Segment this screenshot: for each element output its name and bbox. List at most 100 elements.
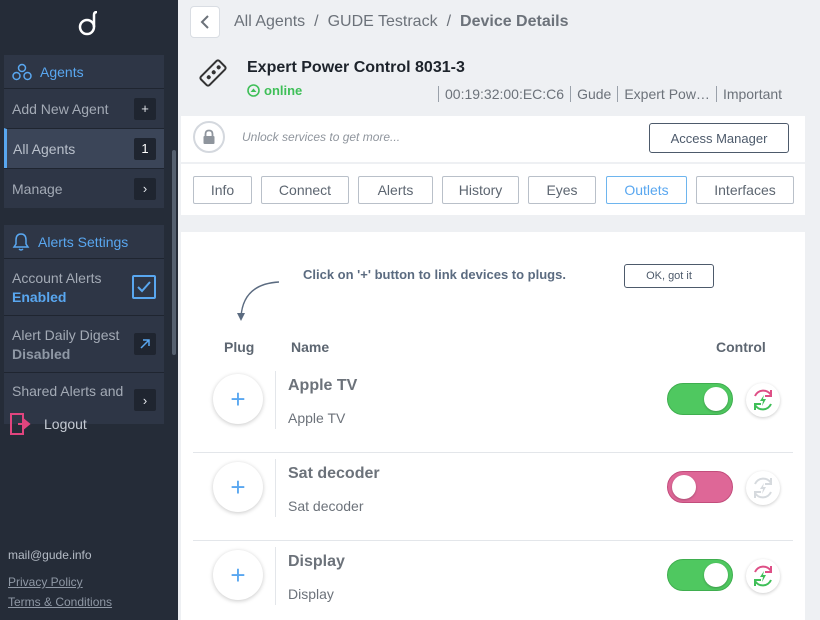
check-icon: [137, 281, 151, 293]
brand-logo[interactable]: [0, 0, 178, 48]
account-alerts-checkbox[interactable]: [132, 275, 156, 299]
device-status: online: [247, 83, 302, 98]
sidebar-item-label: Manage: [12, 180, 63, 197]
outlets-panel: Click on '+' button to link devices to p…: [181, 232, 805, 620]
bell-icon: [12, 232, 30, 251]
tab-history[interactable]: History: [442, 176, 519, 204]
digest-label: Alert Daily Digest: [12, 326, 120, 343]
outlet-power-toggle[interactable]: [667, 383, 733, 415]
digest-state: Disabled: [12, 345, 71, 362]
chevron-left-icon: [200, 15, 209, 29]
power-cycle-icon: [754, 565, 772, 587]
sidebar-item-label: All Agents: [13, 140, 76, 157]
device-header: Expert Power Control 8031-3 online 00:19…: [190, 48, 820, 116]
row-divider: [275, 371, 276, 429]
tab-eyes[interactable]: Eyes: [528, 176, 596, 204]
row-divider: [275, 459, 276, 517]
logout-icon: [10, 413, 31, 435]
online-status-icon: [247, 84, 260, 97]
sidebar-item-label: Add New Agent: [12, 100, 109, 117]
agents-count-badge: 1: [134, 137, 156, 160]
toggle-knob: [704, 563, 728, 587]
tab-info[interactable]: Info: [193, 176, 252, 204]
device-model: Expert Pow…: [617, 86, 716, 102]
breadcrumb-separator: /: [446, 13, 452, 30]
manage-chevron-button[interactable]: ›: [134, 177, 156, 200]
alerts-section: Alerts Settings Account Alerts Enabled A…: [4, 225, 164, 424]
device-tag: Important: [715, 86, 788, 102]
tab-outlets[interactable]: Outlets: [606, 176, 687, 204]
link-plug-button[interactable]: +: [213, 462, 263, 512]
unlock-services-card: Unlock services to get more... Access Ma…: [181, 116, 805, 162]
outlet-subtitle: Apple TV: [288, 410, 346, 426]
breadcrumb-separator: /: [314, 13, 319, 30]
account-alerts-text: Account Alerts Enabled: [12, 270, 102, 305]
outlet-subtitle: Sat decoder: [288, 498, 364, 514]
column-header-control: Control: [716, 339, 766, 355]
sidebar-item-manage[interactable]: Manage ›: [4, 168, 164, 208]
logo-icon: [78, 11, 98, 36]
logout-button[interactable]: Logout: [10, 413, 87, 435]
outlet-title: Sat decoder: [288, 465, 380, 482]
sidebar-item-account-alerts[interactable]: Account Alerts Enabled: [4, 258, 164, 315]
outlet-power-toggle[interactable]: [667, 559, 733, 591]
outlet-subtitle: Display: [288, 586, 334, 602]
link-plug-button[interactable]: +: [213, 550, 263, 600]
tab-alerts[interactable]: Alerts: [358, 176, 433, 204]
breadcrumb-gude-testrack[interactable]: GUDE Testrack: [328, 13, 438, 31]
logout-label: Logout: [44, 416, 87, 432]
ok-got-it-button[interactable]: OK, got it: [624, 264, 714, 288]
link-plug-button[interactable]: +: [213, 374, 263, 424]
back-button[interactable]: [190, 6, 220, 38]
power-strip-icon: [196, 56, 230, 95]
device-status-label: online: [264, 83, 303, 98]
account-alerts-label: Account Alerts: [12, 269, 102, 286]
power-cycle-button[interactable]: [746, 471, 780, 505]
device-meta: 00:19:32:00:EC:C6 Gude Expert Pow… Impor…: [438, 86, 788, 102]
tab-connect[interactable]: Connect: [261, 176, 349, 204]
power-cycle-icon: [754, 477, 772, 499]
agents-icon: [12, 63, 32, 80]
breadcrumb-device-details: Device Details: [460, 13, 569, 30]
access-manager-button[interactable]: Access Manager: [649, 123, 789, 153]
power-cycle-button[interactable]: [746, 559, 780, 593]
unlock-services-text: Unlock services to get more...: [242, 130, 401, 144]
shared-alerts-chevron-button[interactable]: ›: [134, 389, 156, 411]
agents-section-header[interactable]: Agents: [4, 55, 164, 88]
sidebar: Agents Add New Agent + All Agents 1 Mana…: [0, 0, 178, 620]
support-email[interactable]: mail@gude.info: [8, 548, 92, 562]
row-divider: [275, 547, 276, 605]
terms-link[interactable]: Terms & Conditions: [8, 595, 112, 609]
outlet-row: + Display Display: [193, 541, 793, 620]
lock-icon: [193, 121, 225, 153]
power-cycle-button[interactable]: [746, 383, 780, 417]
alerts-section-title: Alerts Settings: [38, 233, 129, 250]
device-tabs: Info Connect Alerts History Eyes Outlets…: [181, 164, 805, 215]
sidebar-item-all-agents[interactable]: All Agents 1: [4, 128, 164, 168]
external-arrow-icon: [140, 339, 150, 349]
breadcrumb: All Agents / GUDE Testrack / Device Deta…: [190, 4, 820, 40]
device-mac: 00:19:32:00:EC:C6: [438, 86, 570, 102]
outlet-title: Apple TV: [288, 377, 358, 394]
add-agent-button[interactable]: +: [134, 97, 156, 120]
link-devices-hint: Click on '+' button to link devices to p…: [303, 267, 566, 282]
outlet-title: Display: [288, 553, 345, 570]
account-alerts-state: Enabled: [12, 288, 67, 305]
sidebar-scrollbar[interactable]: [172, 150, 176, 355]
breadcrumb-all-agents[interactable]: All Agents: [234, 13, 305, 31]
sidebar-item-alert-daily-digest[interactable]: Alert Daily Digest Disabled: [4, 315, 164, 372]
privacy-policy-link[interactable]: Privacy Policy: [8, 575, 83, 589]
device-vendor: Gude: [570, 86, 617, 102]
digest-open-button[interactable]: [134, 333, 156, 355]
toggle-knob: [672, 475, 696, 499]
alerts-section-header[interactable]: Alerts Settings: [4, 225, 164, 258]
shared-alerts-label: Shared Alerts and: [12, 383, 124, 399]
curved-arrow-icon: [237, 281, 280, 321]
power-cycle-icon: [754, 389, 772, 411]
outlet-power-toggle[interactable]: [667, 471, 733, 503]
toggle-knob: [704, 387, 728, 411]
sidebar-item-add-new-agent[interactable]: Add New Agent +: [4, 88, 164, 128]
device-name: Expert Power Control 8031-3: [247, 59, 465, 76]
outlet-row: + Sat decoder Sat decoder: [193, 453, 793, 541]
tab-interfaces[interactable]: Interfaces: [696, 176, 794, 204]
